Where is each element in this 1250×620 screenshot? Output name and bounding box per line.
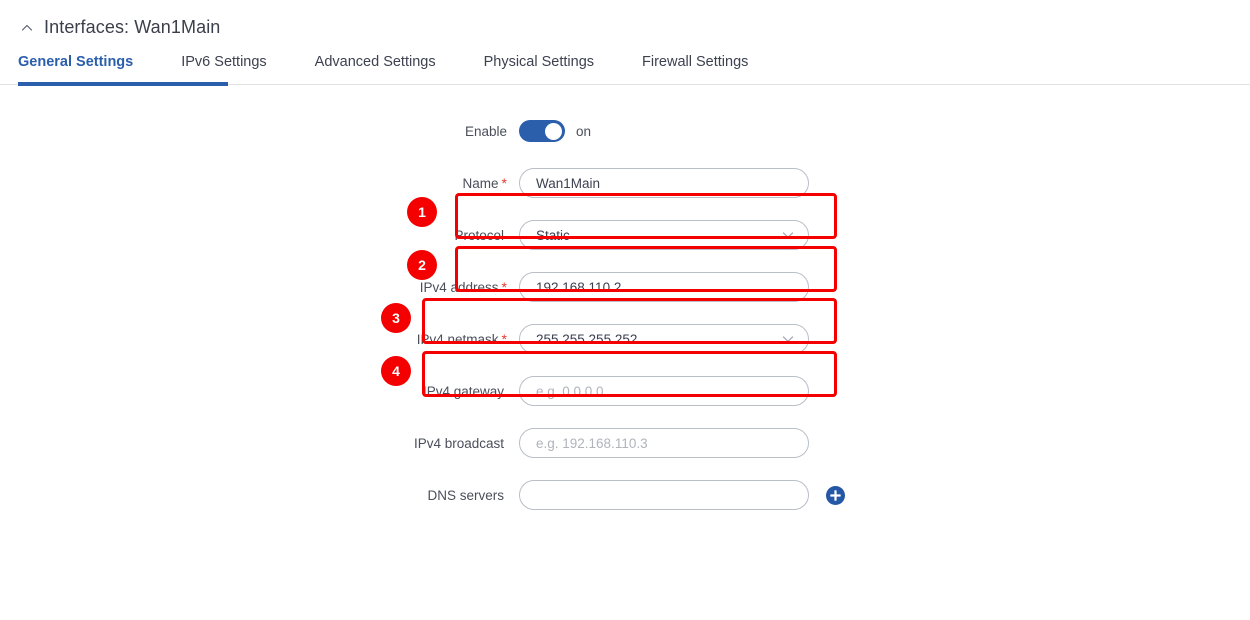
tab-general-settings[interactable]: General Settings [18,52,157,72]
ipv4-gateway-label-text: IPv4 gateway [423,384,504,399]
chevron-down-icon [782,231,794,239]
ipv4-netmask-select-value: 255.255.255.252 [536,332,637,347]
page-title: Interfaces: Wan1Main [44,16,220,38]
ipv4-address-required-asterisk: * [502,279,507,295]
name-required-asterisk: * [502,175,507,191]
ipv4-gateway-placeholder: e.g. 0.0.0.0 [536,384,604,399]
tab-ipv6-settings[interactable]: IPv6 Settings [181,52,290,72]
ipv4-address-input[interactable]: 192.168.110.2 [519,272,809,302]
toggle-knob [545,123,562,140]
enable-row: Enable on [0,116,1250,146]
tab-firewall-settings[interactable]: Firewall Settings [642,52,772,72]
ipv4-address-label-text: IPv4 address [420,280,499,295]
name-field-row: Name* Wan1Main [0,168,1250,198]
chevron-up-icon[interactable] [20,21,34,35]
protocol-select-value: Static [536,228,570,243]
protocol-label: Protocol [0,227,519,243]
enable-state-text: on [576,124,591,139]
protocol-label-text: Protocol [454,228,504,243]
ipv4-broadcast-field-row: IPv4 broadcast e.g. 192.168.110.3 [0,428,1250,458]
protocol-field-row: Protocol Static [0,220,1250,250]
ipv4-broadcast-label-text: IPv4 broadcast [414,436,504,451]
tab-bar: General Settings IPv6 Settings Advanced … [0,52,1250,88]
ipv4-gateway-input[interactable]: e.g. 0.0.0.0 [519,376,809,406]
dns-servers-field-row: DNS servers [0,480,1250,510]
name-input[interactable]: Wan1Main [519,168,809,198]
tab-advanced-settings[interactable]: Advanced Settings [315,52,460,72]
ipv4-netmask-select[interactable]: 255.255.255.252 [519,324,809,354]
name-label: Name* [0,175,519,191]
active-tab-indicator [18,82,228,86]
ipv4-netmask-field-row: IPv4 netmask* 255.255.255.252 [0,324,1250,354]
ipv4-broadcast-placeholder: e.g. 192.168.110.3 [536,436,648,451]
ipv4-netmask-label: IPv4 netmask* [0,331,519,347]
ipv4-netmask-label-text: IPv4 netmask [417,332,499,347]
ipv4-broadcast-label: IPv4 broadcast [0,435,519,451]
ipv4-gateway-field-row: IPv4 gateway e.g. 0.0.0.0 [0,376,1250,406]
ipv4-gateway-label: IPv4 gateway [0,383,519,399]
tab-physical-settings[interactable]: Physical Settings [484,52,618,72]
dns-servers-label: DNS servers [0,487,519,503]
enable-label: Enable [0,124,519,139]
ipv4-address-input-value: 192.168.110.2 [536,280,621,295]
dns-servers-label-text: DNS servers [427,488,504,503]
ipv4-broadcast-input[interactable]: e.g. 192.168.110.3 [519,428,809,458]
enable-toggle[interactable] [519,120,565,142]
dns-servers-input[interactable] [519,480,809,510]
ipv4-address-field-row: IPv4 address* 192.168.110.2 [0,272,1250,302]
plus-circle-icon[interactable] [826,486,845,505]
general-settings-form: Enable on Name* Wan1Main Protocol Static [0,116,1250,510]
ipv4-address-label: IPv4 address* [0,279,519,295]
name-input-value: Wan1Main [536,176,600,191]
ipv4-netmask-required-asterisk: * [502,331,507,347]
name-label-text: Name [463,176,499,191]
panel-header: Interfaces: Wan1Main [0,0,1250,34]
protocol-select[interactable]: Static [519,220,809,250]
chevron-down-icon [782,335,794,343]
